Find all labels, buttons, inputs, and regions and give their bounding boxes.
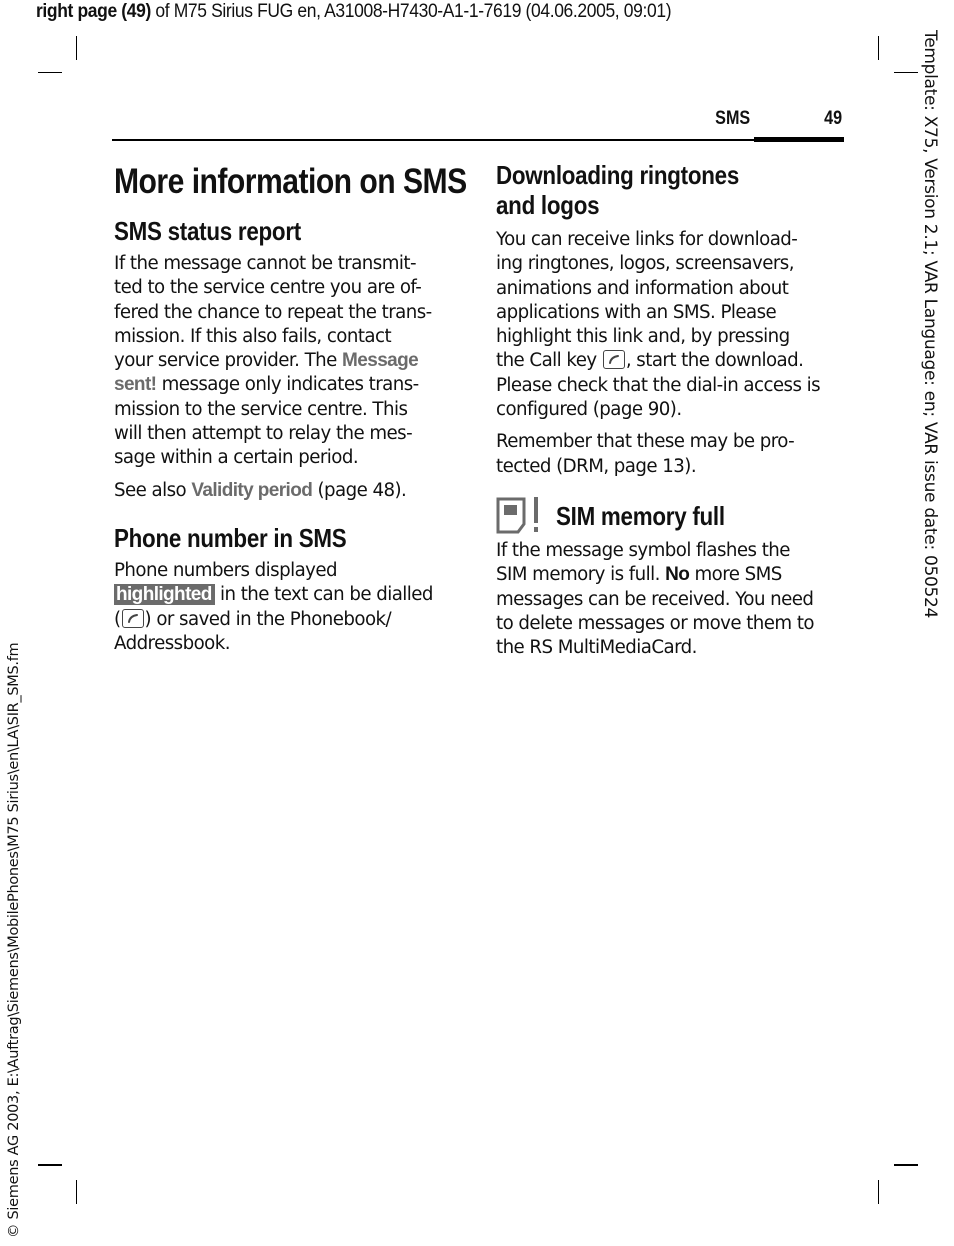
status-report-paragraph: If the message cannot be transmit- ted t… <box>114 252 464 471</box>
text-line: SIM memory is full. No more SMS <box>496 563 846 587</box>
text-span: ) or saved in the Phonebook/ <box>144 608 392 630</box>
section-heading-downloading: Downloading ringtones <box>496 160 740 190</box>
sim-card-warning-icon <box>496 496 538 534</box>
text-span: message only indicates trans- <box>156 374 420 396</box>
right-column: Downloading ringtones and logos You can … <box>496 150 846 660</box>
text-line: sent! message only indicates trans- <box>114 373 464 397</box>
sim-memory-heading-row: SIM memory full <box>496 495 846 537</box>
text-span: ( <box>114 608 121 630</box>
downloading-paragraph: You can receive links for download- ing … <box>496 228 846 422</box>
text-span: the Call key <box>496 350 602 372</box>
text-line: fered the chance to repeat the trans- <box>114 301 432 323</box>
crop-mark <box>76 1180 77 1204</box>
print-header-doc: of M75 Sirius FUG en, A31008-H7430-A1-1-… <box>150 1 672 22</box>
text-line: mission to the service centre. This <box>114 398 408 420</box>
text-line: your service provider. The Message <box>114 349 464 373</box>
phone-number-paragraph: Phone numbers displayed highlighted in t… <box>114 559 464 656</box>
text-line: configured (page 90). <box>496 399 682 421</box>
text-line: ( ) or saved in the Phonebook/ <box>114 608 464 632</box>
text-span: (page 48). <box>312 479 407 501</box>
text-line: applications with an SMS. Please <box>496 301 777 323</box>
text-span: more SMS <box>689 564 782 586</box>
text-line: ted to the service centre you are of- <box>114 277 422 299</box>
bold-term-no: No <box>665 564 690 586</box>
text-line: highlight this link and, by pressing <box>496 326 790 348</box>
running-head: SMS 49 <box>112 106 844 142</box>
crop-mark <box>894 72 918 73</box>
text-line: You can receive links for download- <box>496 229 798 250</box>
section-heading-status-report: SMS status report <box>114 216 301 246</box>
text-line: ing ringtones, logos, screensavers, <box>496 253 794 275</box>
text-span: , start the download. <box>625 350 804 372</box>
crop-mark <box>76 36 77 60</box>
print-header-page: right page (49) <box>36 1 151 22</box>
text-line: Addressbook. <box>114 632 231 654</box>
sim-full-paragraph: If the message symbol flashes the SIM me… <box>496 539 846 660</box>
text-line: sage within a certain period. <box>114 447 359 469</box>
file-path-info: © Siemens AG 2003, E:\Auftrag\Siemens\Mo… <box>6 642 22 1238</box>
text-line: If the message cannot be transmit- <box>114 253 417 274</box>
text-line: If the message symbol flashes the <box>496 539 790 561</box>
ui-term-sent: sent! <box>114 374 157 396</box>
text-line: to delete messages or move them to <box>496 612 815 634</box>
section-heading-sim-full: SIM memory full <box>556 500 725 531</box>
see-also-line: See also Validity period (page 48). <box>114 479 464 503</box>
call-key-icon <box>602 350 625 370</box>
left-column: More information on SMS SMS status repor… <box>114 150 467 656</box>
drm-paragraph: Remember that these may be pro- tected (… <box>496 430 846 479</box>
call-key-icon <box>121 608 144 628</box>
print-header: right page (49) of M75 Sirius FUG en, A3… <box>36 1 672 23</box>
crop-mark <box>894 1164 918 1166</box>
text-span: See also <box>114 479 192 501</box>
header-rule-thick <box>754 137 844 142</box>
crop-mark <box>38 1164 62 1166</box>
section-heading-downloading-2: and logos <box>496 190 600 220</box>
text-line: highlighted in the text can be dialled <box>114 583 464 607</box>
text-line: the RS MultiMediaCard. <box>496 637 697 659</box>
section-heading-phone-number: Phone number in SMS <box>114 522 347 553</box>
text-span: your service provider. The <box>114 350 343 372</box>
text-line: tected (DRM, page 13). <box>496 455 697 477</box>
text-line: Phone numbers displayed <box>114 559 338 581</box>
crop-mark <box>38 72 62 73</box>
ui-term-validity-period: Validity period <box>191 479 313 501</box>
header-rule <box>112 139 754 141</box>
text-line: the Call key , start the download. <box>496 349 846 373</box>
text-line: Please check that the dial-in access is <box>496 374 821 396</box>
text-line: messages can be received. You need <box>496 588 814 610</box>
text-line: animations and information about <box>496 277 789 299</box>
template-info: Template: X75, Version 2.1; VAR Language… <box>920 30 940 619</box>
text-span: SIM memory is full. <box>496 564 666 586</box>
text-line: mission. If this also fails, contact <box>114 325 392 347</box>
text-line: Remember that these may be pro- <box>496 431 795 453</box>
page-number: 49 <box>824 108 842 129</box>
text-line: will then attempt to relay the mes- <box>114 423 413 445</box>
page-title: More information on SMS <box>114 162 467 201</box>
crop-mark <box>878 36 879 60</box>
text-span: in the text can be dialled <box>214 584 433 606</box>
running-head-section: SMS <box>714 108 750 129</box>
ui-term-message: Message <box>342 350 419 372</box>
highlight-sample: highlighted <box>114 584 215 606</box>
crop-mark <box>878 1180 879 1204</box>
